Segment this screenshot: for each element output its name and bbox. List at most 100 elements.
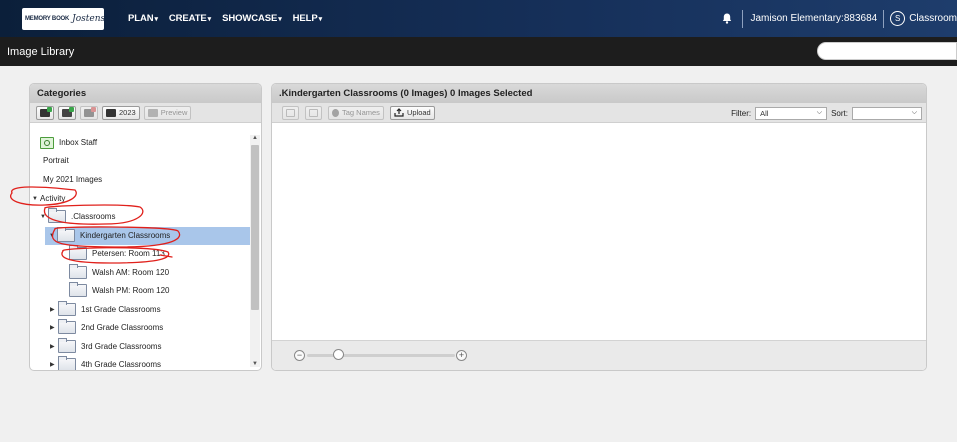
scrollbar-thumb[interactable] <box>251 145 259 310</box>
chevron-down-icon: ⌵ <box>911 109 917 116</box>
collapsed-triangle-icon[interactable]: ▶ <box>50 343 58 350</box>
filter-label: Filter: <box>731 108 752 118</box>
upload-button[interactable]: Upload <box>389 105 435 120</box>
add-category-button[interactable] <box>36 105 54 120</box>
upload-icon <box>394 108 404 117</box>
collapsed-triangle-icon[interactable]: ▶ <box>50 306 58 313</box>
delete-folder-icon <box>84 106 96 117</box>
tree-item-petersen-room-113[interactable]: Petersen: Room 113 <box>69 245 165 262</box>
chevron-down-icon: ▾ <box>318 16 323 23</box>
tree-item-activity[interactable]: ▼ Activity <box>32 190 65 207</box>
tree-item-kindergarten-classrooms[interactable]: ▼ Kindergarten Classrooms <box>49 227 170 244</box>
tree-item-label: 3rd Grade Classrooms <box>81 342 162 351</box>
image-panel-footer: − + <box>272 340 926 370</box>
filter-sort-controls: Filter: All ⌵ Sort: ⌵ <box>731 103 922 123</box>
categories-panel-title: Categories <box>30 84 261 103</box>
images-toolbar: Tag Names Upload Filter: All ⌵ Sort: ⌵ <box>272 103 926 123</box>
tree-item-label: Activity <box>40 194 66 203</box>
tree-item-label: Petersen: Room 113 <box>92 249 165 258</box>
zoom-in-icon[interactable]: + <box>456 350 467 361</box>
image-frame-alt-icon <box>309 108 318 117</box>
year-button-label: 2023 <box>119 108 136 117</box>
folder-icon <box>58 338 76 353</box>
menu-create[interactable]: CREATE▾ <box>169 13 211 24</box>
add-folder-icon <box>40 106 52 117</box>
sort-select[interactable]: ⌵ <box>852 106 922 120</box>
tree-item-4th-grade-classrooms[interactable]: ▶ 4th Grade Classrooms <box>50 356 162 370</box>
menu-showcase[interactable]: SHOWCASE▾ <box>222 13 282 24</box>
tree-item-label: .Classrooms <box>71 212 116 221</box>
tree-item-1st-grade-classrooms[interactable]: ▶ 1st Grade Classrooms <box>50 301 161 318</box>
scroll-down-arrow-icon[interactable]: ▼ <box>251 361 259 367</box>
memory-book-logo[interactable]: MEMORY BOOK Jostens <box>22 7 105 30</box>
tree-item-label: Portrait <box>43 156 69 165</box>
expanded-triangle-icon[interactable]: ▼ <box>40 214 48 220</box>
image-frame-button[interactable] <box>282 105 299 120</box>
delete-category-button[interactable] <box>80 105 98 120</box>
folder-icon <box>58 301 76 316</box>
tree-item-walsh-am-room-120[interactable]: Walsh AM: Room 120 <box>69 264 169 281</box>
tree-item-label: Walsh AM: Room 120 <box>92 268 170 277</box>
top-navigation-bar: MEMORY BOOK Jostens PLAN▾ CREATE▾ SHOWCA… <box>0 0 957 37</box>
chevron-down-icon: ▾ <box>278 16 282 23</box>
menu-help-label: HELP <box>292 13 318 24</box>
folder-icon <box>48 208 66 223</box>
year-button[interactable]: 2023 <box>102 105 140 120</box>
preview-button[interactable]: Preview <box>143 105 192 120</box>
tree-item-label: 4th Grade Classrooms <box>81 360 162 369</box>
menu-help[interactable]: HELP▾ <box>293 13 322 24</box>
category-tree-scrollbar[interactable]: ▲ ▼ <box>250 135 260 367</box>
categories-toolbar: 2023 Preview <box>30 103 261 123</box>
filter-value: All <box>760 108 769 118</box>
tree-item-3rd-grade-classrooms[interactable]: ▶ 3rd Grade Classrooms <box>50 338 161 355</box>
images-panel-title: .Kindergarten Classrooms (0 Images) 0 Im… <box>272 84 926 103</box>
image-frame-icon <box>286 108 295 117</box>
folder-icon <box>57 227 75 242</box>
edit-category-button[interactable] <box>58 105 76 120</box>
sort-label: Sort: <box>831 108 848 118</box>
tree-item-walsh-pm-room-120[interactable]: Walsh PM: Room 120 <box>69 282 170 299</box>
expanded-triangle-icon[interactable]: ▼ <box>32 196 40 202</box>
tree-item-2nd-grade-classrooms[interactable]: ▶ 2nd Grade Classrooms <box>50 319 163 336</box>
school-name[interactable]: Jamison Elementary:883684 <box>750 13 877 24</box>
tag-names-button[interactable]: Tag Names <box>328 105 384 120</box>
page-title: Image Library <box>7 45 75 58</box>
tree-item-label: Kindergarten Classrooms <box>80 231 171 240</box>
menu-plan[interactable]: PLAN▾ <box>128 13 158 24</box>
search-input[interactable] <box>817 42 957 60</box>
image-frame-alt-button[interactable] <box>305 105 322 120</box>
menu-showcase-label: SHOWCASE <box>222 13 278 24</box>
tree-item-label: My 2021 Images <box>43 175 103 184</box>
tree-item-label: Inbox Staff <box>59 138 98 147</box>
upload-label: Upload <box>406 108 431 117</box>
tree-item-my-2021-images[interactable]: My 2021 Images <box>43 171 102 188</box>
tag-user-icon <box>332 108 339 117</box>
collapsed-triangle-icon[interactable]: ▶ <box>50 324 58 331</box>
notifications-bell-icon[interactable] <box>720 12 734 26</box>
chevron-down-icon: ▾ <box>154 16 158 23</box>
chevron-down-icon: ⌵ <box>816 109 823 116</box>
logo-text-left: MEMORY BOOK <box>25 15 70 22</box>
user-role[interactable]: Classroom <box>909 13 957 24</box>
divider <box>883 9 885 28</box>
tree-item-inbox-staff[interactable]: Inbox Staff <box>40 134 97 151</box>
zoom-slider-track[interactable] <box>307 354 455 357</box>
zoom-slider-handle[interactable] <box>333 349 344 360</box>
image-grid-area[interactable] <box>272 123 926 341</box>
zoom-out-icon[interactable]: − <box>294 350 305 361</box>
folder-icon <box>69 264 87 279</box>
filter-select[interactable]: All ⌵ <box>755 106 828 120</box>
user-avatar[interactable]: S <box>890 11 906 26</box>
tree-item-portrait[interactable]: Portrait <box>43 152 69 169</box>
main-menu: PLAN▾ CREATE▾ SHOWCASE▾ HELP▾ <box>128 13 322 24</box>
scroll-up-arrow-icon[interactable]: ▲ <box>251 135 259 141</box>
categories-panel: Categories 2023 Preview Inbox Staff Port… <box>29 83 262 371</box>
tree-item-classrooms[interactable]: ▼ .Classrooms <box>40 208 115 225</box>
edit-folder-icon <box>62 106 74 117</box>
menu-create-label: CREATE <box>168 13 207 24</box>
collapsed-triangle-icon[interactable]: ▶ <box>50 361 58 368</box>
inbox-icon <box>40 136 54 149</box>
expanded-triangle-icon[interactable]: ▼ <box>49 233 57 239</box>
menu-plan-label: PLAN <box>128 13 154 24</box>
preview-button-label: Preview <box>160 108 188 117</box>
